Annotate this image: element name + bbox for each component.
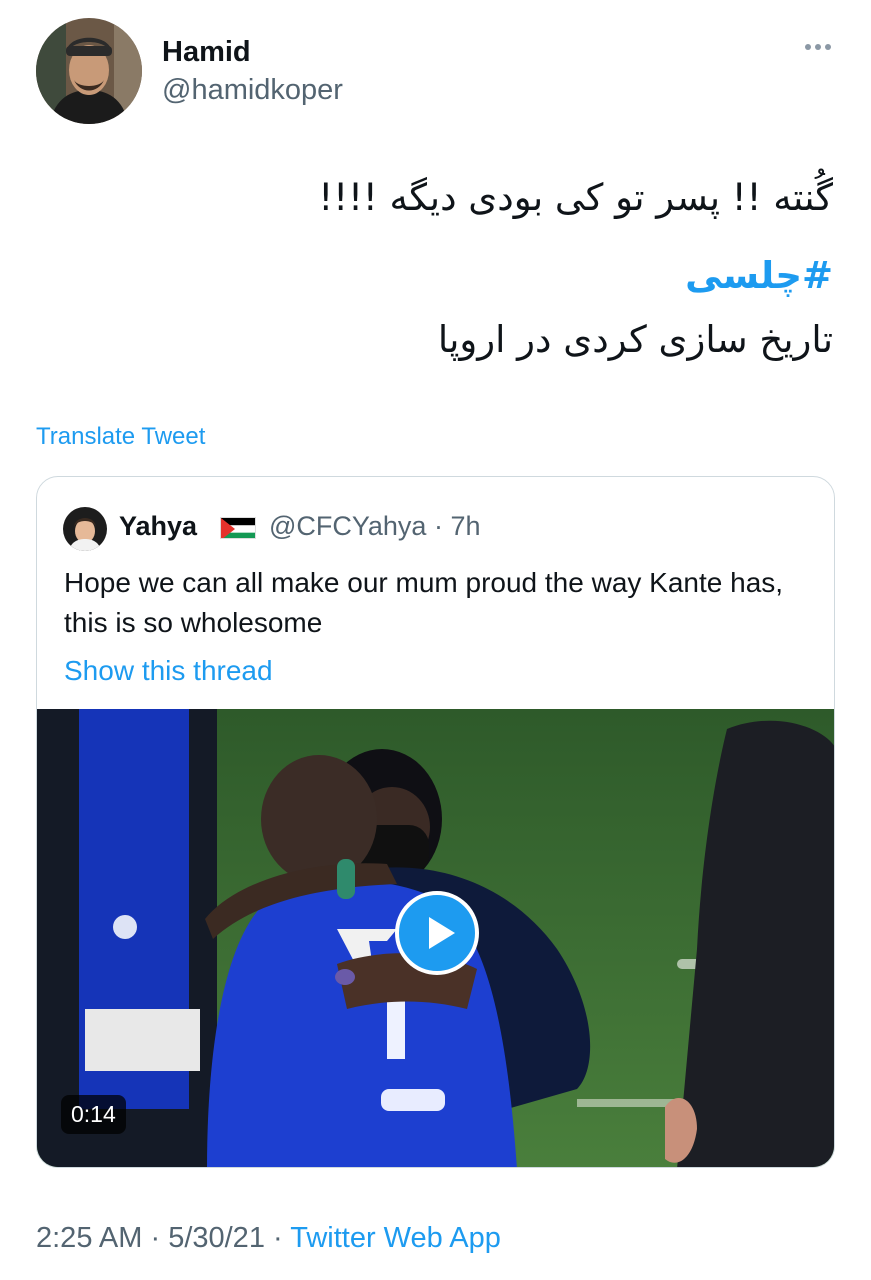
tweet-source-link[interactable]: Twitter Web App: [290, 1222, 501, 1254]
footer-separator: ·: [264, 1222, 291, 1254]
palestine-flag-icon: [220, 517, 256, 539]
author-avatar[interactable]: [36, 18, 142, 124]
tweet-text-line-1: گُنته !! پسر تو کی بودی دیگه !!!!: [318, 176, 833, 219]
tweet-time[interactable]: 2:25 AM: [36, 1222, 142, 1254]
author-handle[interactable]: @hamidkoper: [162, 74, 343, 107]
quoted-tweet-card[interactable]: Yahya @CFCYahya · 7h Hope we can all mak…: [36, 476, 835, 1168]
tweet-footer: 2:25 AM · 5/30/21 · Twitter Web App: [36, 1222, 501, 1255]
video-duration: 0:14: [61, 1095, 126, 1134]
quoted-author-meta: @CFCYahya · 7h: [269, 511, 481, 541]
play-icon[interactable]: [395, 891, 479, 975]
translate-tweet-link[interactable]: Translate Tweet: [36, 423, 205, 451]
tweet-hashtag[interactable]: #چلسی: [53, 254, 833, 298]
author-display-name[interactable]: Hamid: [162, 36, 251, 69]
footer-separator: ·: [142, 1222, 169, 1254]
quoted-author-name: Yahya: [119, 511, 198, 541]
show-thread-link[interactable]: Show this thread: [64, 655, 273, 687]
more-icon[interactable]: [805, 44, 831, 50]
tweet-date[interactable]: 5/30/21: [168, 1222, 265, 1254]
quoted-author-avatar: [63, 507, 107, 551]
quoted-tweet-text: Hope we can all make our mum proud the w…: [64, 567, 784, 638]
video-player[interactable]: 0:14: [37, 709, 834, 1167]
tweet-text-line-3: تاریخ سازی کردی در اروپا: [437, 318, 833, 361]
